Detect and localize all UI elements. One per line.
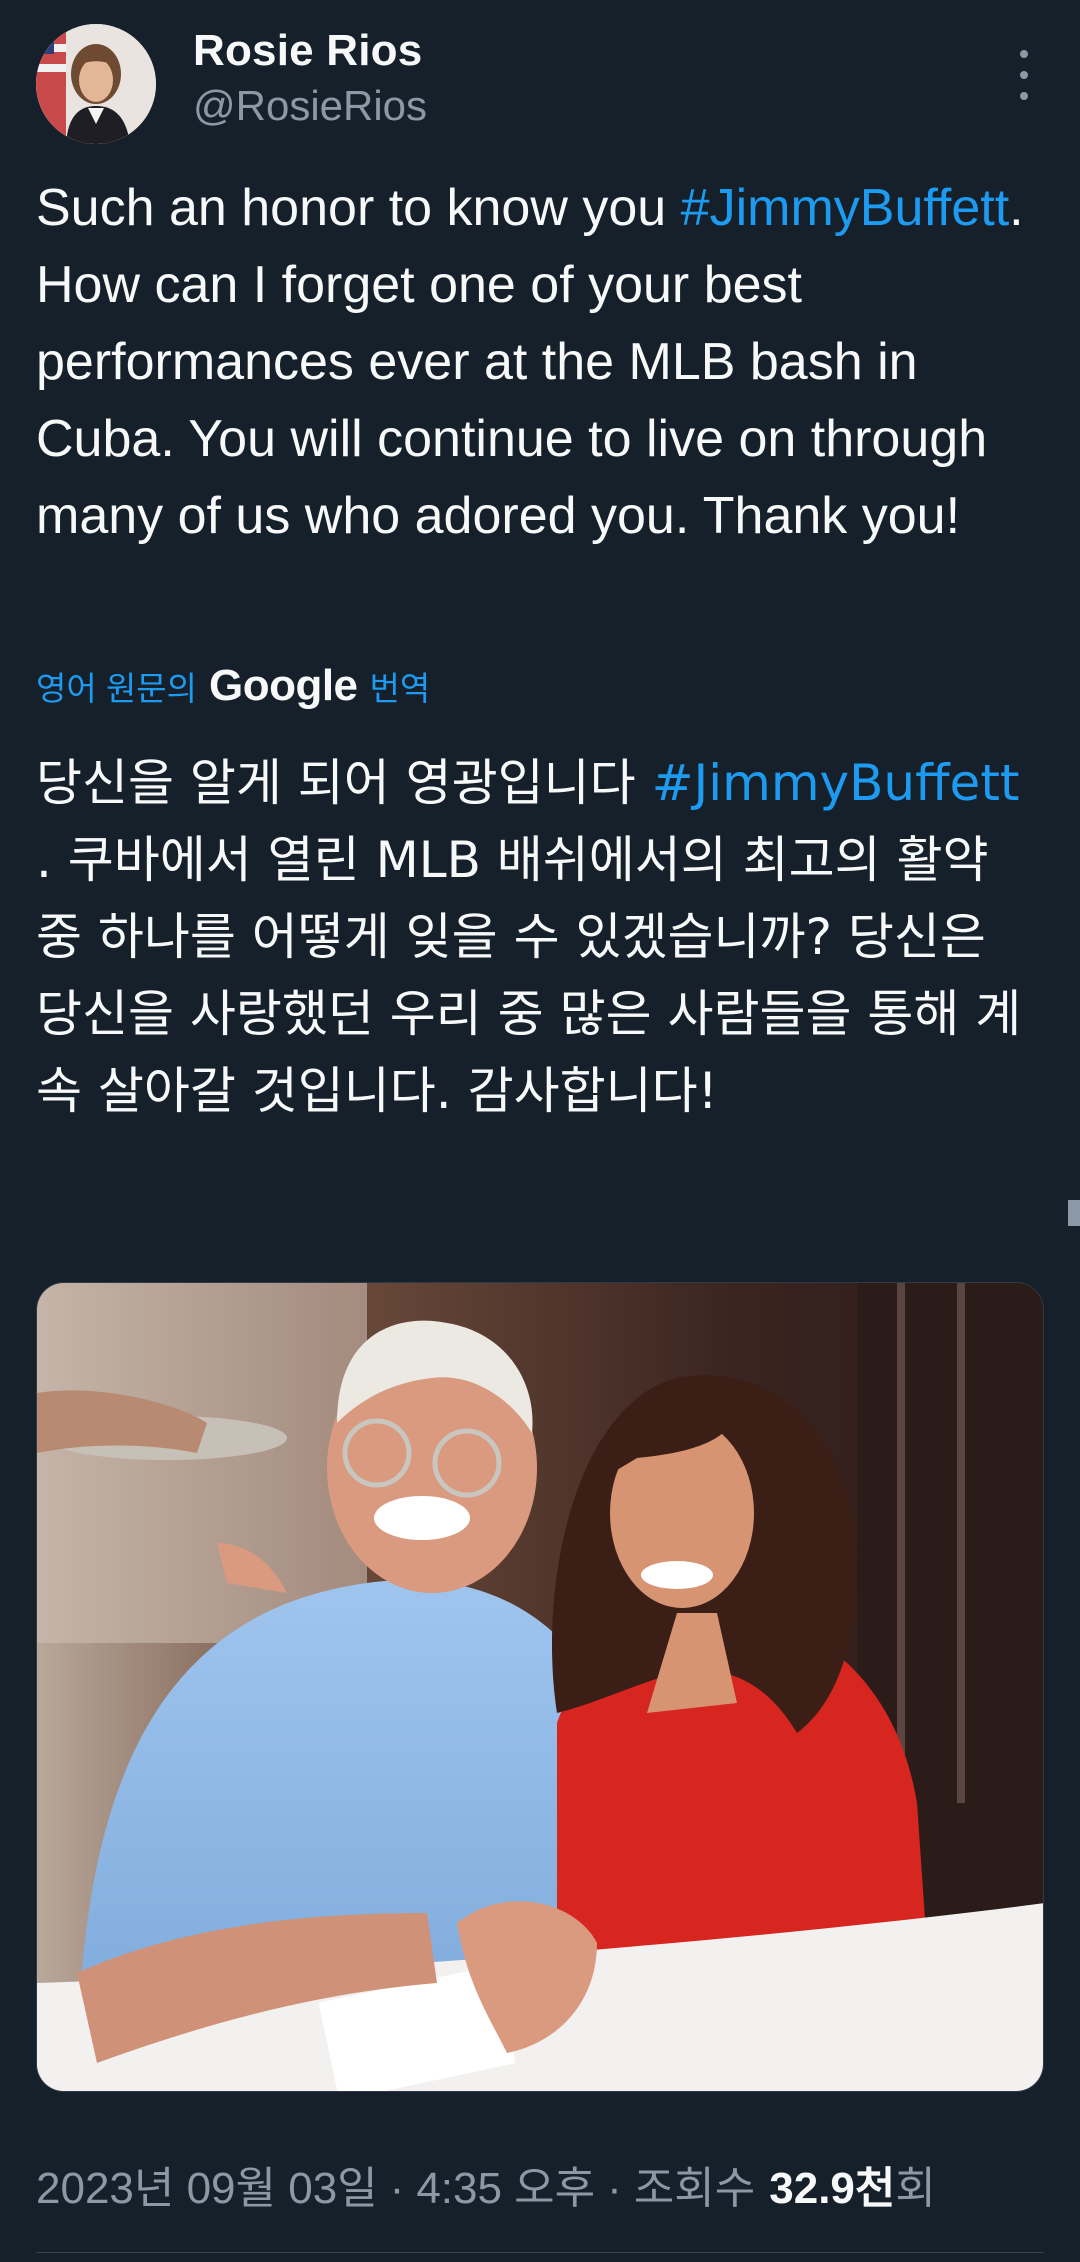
tweet-time[interactable]: 4:35 오후 <box>416 2152 595 2216</box>
views-label: 조회수 <box>633 2164 756 2213</box>
tweet-text-segment: Such an honor to know you <box>36 179 681 237</box>
tweet-metadata: 2023년 09월 03일 · 4:35 오후 · 조회수 32.9천 회 <box>36 2152 936 2216</box>
tweet-date[interactable]: 2023년 09월 03일 <box>36 2152 378 2216</box>
translated-segment: . 쿠바에서 열린 MLB 배쉬에서의 최고의 활약 중 하나를 어떻게 잊을 … <box>36 831 1022 1120</box>
divider <box>36 2252 1044 2253</box>
views-unit: 회 <box>895 2164 936 2213</box>
views-count: 32.9천 <box>769 2164 896 2213</box>
translated-text: 당신을 알게 되어 영광입니다 #JimmyBuffett . 쿠바에서 열린 … <box>36 745 1046 1130</box>
user-handle[interactable]: @RosieRios <box>193 82 427 130</box>
scrollbar-thumb[interactable] <box>1068 1200 1080 1226</box>
tweet-photo[interactable] <box>36 1282 1044 2092</box>
tweet-body: Such an honor to know you #JimmyBuffett.… <box>36 170 1036 555</box>
google-logo: Google <box>208 661 358 710</box>
display-name[interactable]: Rosie Rios <box>193 26 422 76</box>
translation-label: 영어 원문의 <box>36 670 197 707</box>
tweet-header: Rosie Rios @RosieRios <box>36 22 1044 152</box>
more-vertical-icon[interactable] <box>1012 50 1036 100</box>
translated-segment: 당신을 알게 되어 영광입니다 <box>36 754 652 812</box>
hashtag-link[interactable]: #JimmyBuffett <box>652 754 1020 812</box>
meta-separator: · <box>607 2164 622 2213</box>
meta-separator: · <box>389 2164 405 2213</box>
hashtag-link[interactable]: #JimmyBuffett <box>681 179 1009 237</box>
translation-label-suffix[interactable]: 번역 <box>370 662 431 710</box>
avatar[interactable] <box>36 24 156 144</box>
translation-attribution: 영어 원문의 Google 번역 <box>36 656 430 716</box>
